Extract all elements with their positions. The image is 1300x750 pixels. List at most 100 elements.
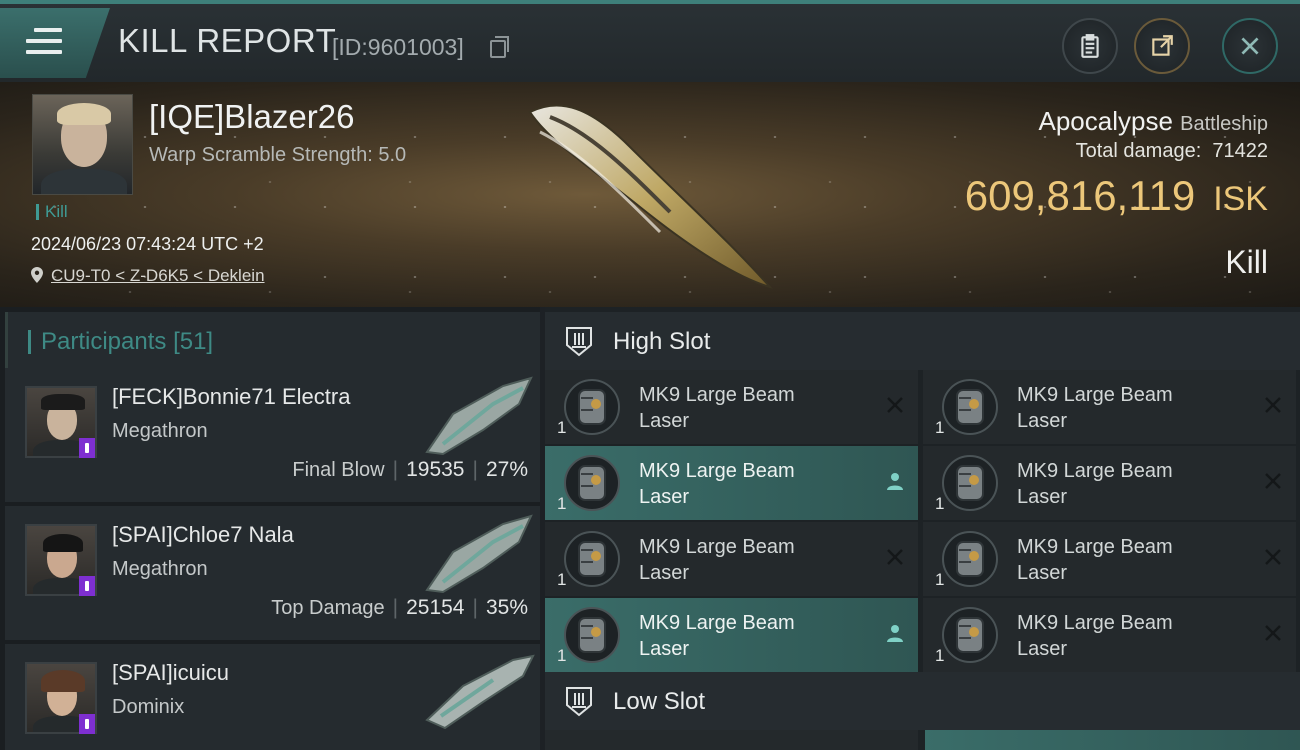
participant-role: Final Blow xyxy=(292,459,385,481)
module-name: MK9 Large Beam Laser xyxy=(1017,458,1217,510)
low-slot-module-partial[interactable] xyxy=(925,730,1300,750)
beam-laser-icon xyxy=(564,531,620,587)
module-name-line2: Laser xyxy=(1017,486,1068,508)
module-name-line2: Laser xyxy=(639,638,690,660)
beam-laser-icon xyxy=(942,607,998,663)
participant-percent: 27% xyxy=(485,458,528,481)
module-quantity: 1 xyxy=(557,494,567,513)
participant-ship: Megathron xyxy=(112,558,208,580)
low-slot-header[interactable]: Low Slot xyxy=(545,672,1300,730)
module-name-line2: Laser xyxy=(639,562,690,584)
participant-role: Top Damage xyxy=(271,597,385,619)
module-quantity: 1 xyxy=(935,418,945,437)
low-slot-module-partial[interactable] xyxy=(545,730,918,750)
module-slot[interactable]: 1 MK9 Large Beam Laser xyxy=(923,522,1296,596)
participant-ship-image xyxy=(425,514,533,594)
participants-panel: Participants [51] [FECK]Bonnie71 Electra… xyxy=(0,307,540,750)
kill-datetime: 2024/06/23 07:43:24 UTC +2 xyxy=(31,234,264,254)
kill-tag: Kill xyxy=(36,203,68,220)
participant-card[interactable]: [SPAI]Chloe7 Nala Megathron Top Damage | 2… xyxy=(5,506,540,640)
module-slot[interactable]: 1 MK9 Large Beam Laser xyxy=(545,522,918,596)
module-quantity: 1 xyxy=(935,570,945,589)
beam-laser-icon xyxy=(942,455,998,511)
module-name: MK9 Large Beam Laser xyxy=(639,534,839,586)
participants-title: Participants [51] xyxy=(28,330,213,354)
participant-card[interactable]: [SPAI]icuicu Dominix xyxy=(5,644,540,750)
clipboard-button[interactable] xyxy=(1062,18,1118,74)
module-name: MK9 Large Beam Laser xyxy=(639,382,839,434)
module-name-line1: MK9 Large Beam xyxy=(639,612,795,634)
participants-count: [51] xyxy=(173,328,214,355)
high-slot-label: High Slot xyxy=(613,328,711,355)
participant-ship: Megathron xyxy=(112,420,208,442)
module-slot[interactable]: 1 MK9 Large Beam Laser xyxy=(545,598,918,672)
module-slot[interactable]: 1 MK9 Large Beam Laser xyxy=(923,446,1296,520)
victim-ship-name[interactable]: Apocalypse Battleship xyxy=(1039,106,1269,137)
module-name: MK9 Large Beam Laser xyxy=(1017,610,1217,662)
module-name-line1: MK9 Large Beam xyxy=(1017,384,1173,406)
module-name-line1: MK9 Large Beam xyxy=(639,536,795,558)
dropped-icon xyxy=(887,473,903,490)
module-name-line2: Laser xyxy=(1017,638,1068,660)
module-slot[interactable]: 1 MK9 Large Beam Laser xyxy=(545,370,918,444)
close-button[interactable] xyxy=(1222,18,1278,74)
participant-ship: Dominix xyxy=(112,696,185,718)
module-name-line1: MK9 Large Beam xyxy=(1017,612,1173,634)
participant-ship-image xyxy=(425,376,533,456)
module-slot[interactable]: 1 MK9 Large Beam Laser xyxy=(923,598,1296,672)
page-title: KILL REPORT xyxy=(118,22,337,59)
destroyed-icon xyxy=(887,549,903,565)
victim-name[interactable]: [IQE]Blazer26 xyxy=(149,98,354,136)
corp-badge-icon xyxy=(79,576,95,596)
module-name: MK9 Large Beam Laser xyxy=(639,610,839,662)
low-slot-label: Low Slot xyxy=(613,688,706,715)
destroyed-icon xyxy=(1265,549,1281,565)
total-damage: Total damage: 71422 xyxy=(1076,140,1268,163)
corp-badge-icon xyxy=(79,438,95,458)
isk-amount: 609,816,119 xyxy=(964,172,1196,219)
clipboard-icon xyxy=(1081,34,1099,58)
module-name-line2: Laser xyxy=(639,486,690,508)
beam-laser-icon xyxy=(942,531,998,587)
kill-banner: [IQE]Blazer26 Warp Scramble Strength: 5.… xyxy=(0,82,1300,307)
victim-ship-image[interactable] xyxy=(520,92,780,292)
fitting-panel: High Slot 1 MK9 Large Beam Laser 1 MK9 Large… xyxy=(545,307,1300,750)
beam-laser-icon xyxy=(942,379,998,435)
participant-name: [SPAI]icuicu xyxy=(112,660,229,685)
participant-ship-image xyxy=(425,654,535,730)
participants-header[interactable]: Participants [51] xyxy=(5,312,540,372)
module-quantity: 1 xyxy=(935,646,945,665)
participant-name: [SPAI]Chloe7 Nala xyxy=(112,522,294,547)
total-damage-value: 71422 xyxy=(1212,140,1268,162)
module-name: MK9 Large Beam Laser xyxy=(639,458,839,510)
module-name-line1: MK9 Large Beam xyxy=(1017,536,1173,558)
kill-location-link[interactable]: CU9-T0 < Z-D6K5 < Deklein xyxy=(31,266,265,286)
participant-stats: Final Blow | 19535 | 27% xyxy=(292,458,528,481)
result-label: Kill xyxy=(1225,244,1268,280)
header-bar: KILL REPORT [ID:9601003] xyxy=(0,0,1300,82)
participant-stats: Top Damage | 25154 | 35% xyxy=(271,596,528,619)
participant-percent: 35% xyxy=(485,596,528,619)
module-quantity: 1 xyxy=(935,494,945,513)
share-icon xyxy=(1152,35,1173,56)
module-name: MK9 Large Beam Laser xyxy=(1017,534,1217,586)
module-name-line1: MK9 Large Beam xyxy=(639,460,795,482)
kill-report-window: KILL REPORT [ID:9601003] [IQE]Blazer26 W… xyxy=(0,0,1300,750)
menu-button[interactable] xyxy=(0,8,110,78)
ship-name-text: Apocalypse xyxy=(1038,106,1173,136)
high-slot-icon xyxy=(566,327,592,357)
module-slot[interactable]: 1 MK9 Large Beam Laser xyxy=(923,370,1296,444)
isk-value: 609,816,119 ISK xyxy=(965,172,1268,220)
copy-icon[interactable] xyxy=(490,36,509,58)
share-button[interactable] xyxy=(1134,18,1190,74)
module-quantity: 1 xyxy=(557,646,567,665)
module-slot[interactable]: 1 MK9 Large Beam Laser xyxy=(545,446,918,520)
destroyed-icon xyxy=(887,397,903,413)
high-slot-header[interactable]: High Slot xyxy=(545,312,1300,370)
module-name-line1: MK9 Large Beam xyxy=(1017,460,1173,482)
participants-title-text: Participants xyxy=(41,328,167,355)
total-damage-label: Total damage: xyxy=(1075,140,1202,162)
dropped-icon xyxy=(887,625,903,642)
participant-card[interactable]: [FECK]Bonnie71 Electra Megathron Final B… xyxy=(5,368,540,502)
victim-avatar[interactable] xyxy=(32,94,133,195)
